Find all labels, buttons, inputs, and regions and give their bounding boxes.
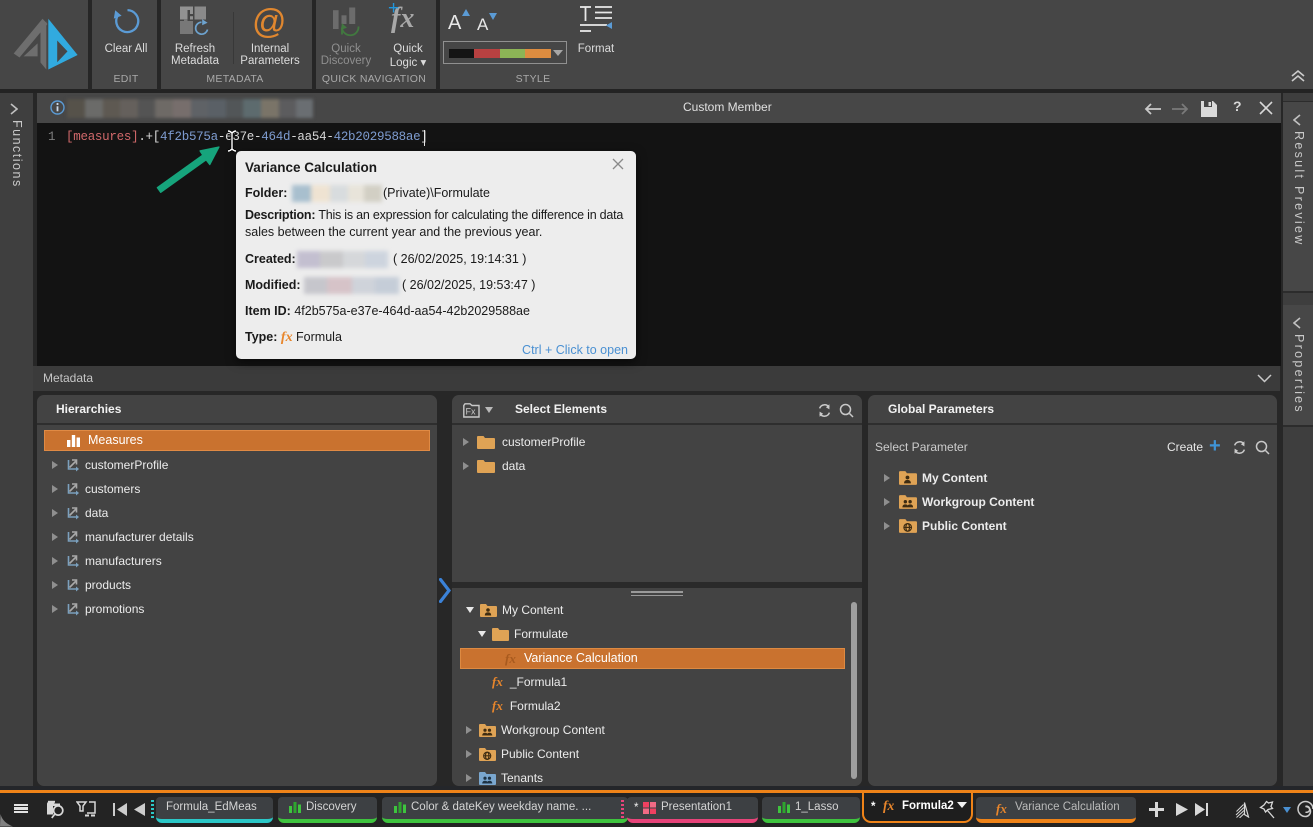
svg-text:Fx: Fx — [466, 407, 476, 417]
